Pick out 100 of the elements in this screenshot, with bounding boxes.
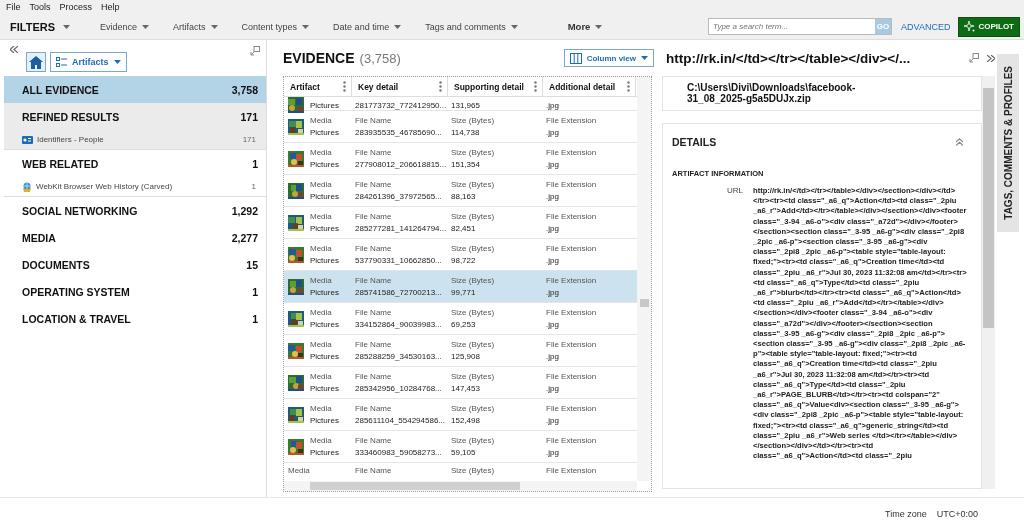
category-label: SOCIAL NETWORKING: [22, 204, 138, 217]
field-label: Size (Bytes): [451, 244, 496, 253]
artifact-type: Pictures: [310, 256, 339, 265]
table-row[interactable]: Media Pictures File Name 283935535_46785690... Size (Bytes) 114,738 File Extension .jpg: [284, 111, 637, 143]
field-label: File Name: [355, 308, 393, 317]
column-view-dropdown[interactable]: Column view: [563, 49, 654, 67]
table-cell-text: .jpg: [546, 192, 560, 201]
table-row[interactable]: Media Pictures File Name 277908012_206618815... Size (Bytes) 151,354 File Extension .jpg: [284, 143, 637, 175]
table-cell-text: .jpg: [546, 416, 560, 425]
more-options-icon[interactable]: [343, 81, 346, 92]
field-label: File Extension: [546, 276, 598, 285]
category-item[interactable]: REFINED RESULTS 171: [4, 103, 266, 130]
subcategory-item[interactable]: WebKit Browser Web History (Carved) 1: [4, 177, 266, 197]
column-header[interactable]: Key detail: [352, 77, 448, 96]
table-row[interactable]: Media File Name Size (Bytes) File Extension: [284, 463, 637, 477]
field-label: Size (Bytes): [451, 465, 496, 475]
more-options-icon[interactable]: [439, 81, 442, 92]
category-label: DOCUMENTS: [22, 258, 90, 271]
table-row[interactable]: Media Pictures File Name 285741586_72700213... Size (Bytes) 99,771 File Extension .jpg: [284, 271, 637, 303]
category-item[interactable]: DOCUMENTS 15: [4, 251, 266, 278]
filter-dropdown[interactable]: Content types: [241, 21, 310, 32]
field-label: File Extension: [546, 340, 598, 349]
horizontal-scrollbar[interactable]: [284, 481, 637, 491]
table-row[interactable]: Media Pictures File Name 285277281_141264794... Size (Bytes) 82,451 File Extension .jpg: [284, 207, 637, 239]
field-label: File Name: [355, 148, 393, 157]
table-cell-text: .jpg: [546, 384, 560, 393]
column-header[interactable]: Additional detail: [543, 77, 636, 96]
field-label: File Extension: [546, 244, 598, 253]
artifact-type: Pictures: [310, 128, 339, 137]
category-item[interactable]: WEB RELATED 1: [4, 150, 266, 177]
filter-dropdown[interactable]: Tags and comments: [425, 21, 518, 32]
view-dropdown[interactable]: Artifacts: [50, 52, 127, 72]
field-label: File Name: [355, 180, 393, 189]
artifact-category: Media: [288, 465, 310, 475]
category-count: 171: [240, 110, 258, 123]
popout-icon[interactable]: [250, 46, 260, 56]
field-label: Size (Bytes): [451, 372, 496, 381]
table-cell-text: 537790331_10662850...: [355, 256, 443, 265]
scroll-thumb[interactable]: [982, 88, 995, 328]
field-label: Size (Bytes): [451, 180, 496, 189]
category-label: ALL EVIDENCE: [22, 83, 99, 96]
column-header[interactable]: Artifact: [284, 77, 352, 96]
filter-dropdown[interactable]: Evidence: [100, 21, 150, 32]
menu-item[interactable]: Tools: [29, 2, 51, 12]
collapse-icon[interactable]: [10, 46, 18, 53]
table-row[interactable]: Pictures 281773732_772412950... 131,965 .jpg: [284, 97, 637, 111]
menu-item[interactable]: Help: [101, 2, 120, 12]
list-icon: [56, 57, 67, 67]
table-cell-text: 152,498: [451, 416, 481, 425]
artifact-category: Media: [310, 436, 333, 445]
expand-icon[interactable]: [987, 54, 995, 62]
table-row[interactable]: Media Pictures File Name 333460983_59058273... Size (Bytes) 59,105 File Extension .jpg: [284, 431, 637, 463]
more-options-icon[interactable]: [627, 81, 630, 92]
filter-dropdown[interactable]: More: [567, 21, 603, 32]
more-options-icon[interactable]: [534, 81, 537, 92]
filter-dropdown[interactable]: Artifacts: [173, 21, 218, 32]
file-path: 31_08_2025-g5a5DUJx.zip: [687, 93, 812, 104]
artifact-type: Pictures: [310, 352, 339, 361]
table-row[interactable]: Media Pictures File Name 285611104_554294586... Size (Bytes) 152,498 File Extension .jpg: [284, 399, 637, 431]
copilot-button[interactable]: COPILOT: [958, 16, 1020, 37]
table-row[interactable]: Media Pictures File Name 284261396_37972565... Size (Bytes) 88,163 File Extension .jpg: [284, 175, 637, 207]
artifact-type: Pictures: [310, 100, 339, 110]
table-row[interactable]: Media Pictures File Name 285288259_34530163... Size (Bytes) 125,908 File Extension .jpg: [284, 335, 637, 367]
table-cell-text: .jpg: [546, 100, 560, 110]
evidence-count: (3,758): [359, 50, 401, 66]
collapse-up-icon[interactable]: [956, 138, 963, 146]
popout-icon[interactable]: [969, 53, 979, 63]
table-cell-text: 283935535_46785690...: [355, 128, 443, 137]
scroll-thumb[interactable]: [637, 299, 651, 307]
field-label: File Extension: [546, 180, 598, 189]
filters-dropdown[interactable]: FILTERS: [10, 20, 70, 33]
category-item[interactable]: MEDIA 2,277: [4, 224, 266, 251]
table-cell: 285277281_141264794...: [355, 224, 448, 233]
home-button[interactable]: [26, 52, 46, 72]
filter-dropdown[interactable]: Date and time: [333, 21, 402, 32]
category-item[interactable]: SOCIAL NETWORKING 1,292: [4, 197, 266, 224]
field-label: File Extension: [546, 212, 598, 221]
table-cell-text: 59,105: [451, 448, 477, 457]
column-header[interactable]: Supporting detail: [448, 77, 543, 96]
menu-item[interactable]: Process: [59, 2, 93, 12]
category-count: 3,758: [231, 83, 258, 96]
caret-icon: [142, 24, 150, 29]
table-row[interactable]: Media Pictures File Name 334152864_90039983... Size (Bytes) 69,253 File Extension .jpg: [284, 303, 637, 335]
advanced-link[interactable]: ADVANCED: [901, 21, 951, 32]
menu-item[interactable]: File: [6, 2, 21, 12]
vertical-scrollbar[interactable]: [982, 76, 995, 489]
caret-icon: [210, 24, 218, 29]
category-item[interactable]: ALL EVIDENCE 3,758: [4, 76, 266, 103]
category-item[interactable]: LOCATION & TRAVEL 1: [4, 305, 266, 332]
home-icon: [29, 55, 43, 69]
timezone-value: UTC+0:00: [936, 508, 978, 519]
caret-icon: [641, 56, 648, 60]
vertical-scrollbar[interactable]: [637, 77, 651, 481]
table-cell-text: 284261396_37972565...: [355, 192, 443, 201]
scroll-thumb[interactable]: [310, 482, 520, 490]
side-tab[interactable]: TAGS, COMMENTS & PROFILES: [997, 54, 1019, 232]
category-item[interactable]: OPERATING SYSTEM 1: [4, 278, 266, 305]
artifact-category: Media: [310, 404, 333, 413]
table-row[interactable]: Media Pictures File Name 285342956_10284768... Size (Bytes) 147,453 File Extension .jpg: [284, 367, 637, 399]
subcategory-item[interactable]: Identifiers - People 171: [4, 130, 266, 150]
